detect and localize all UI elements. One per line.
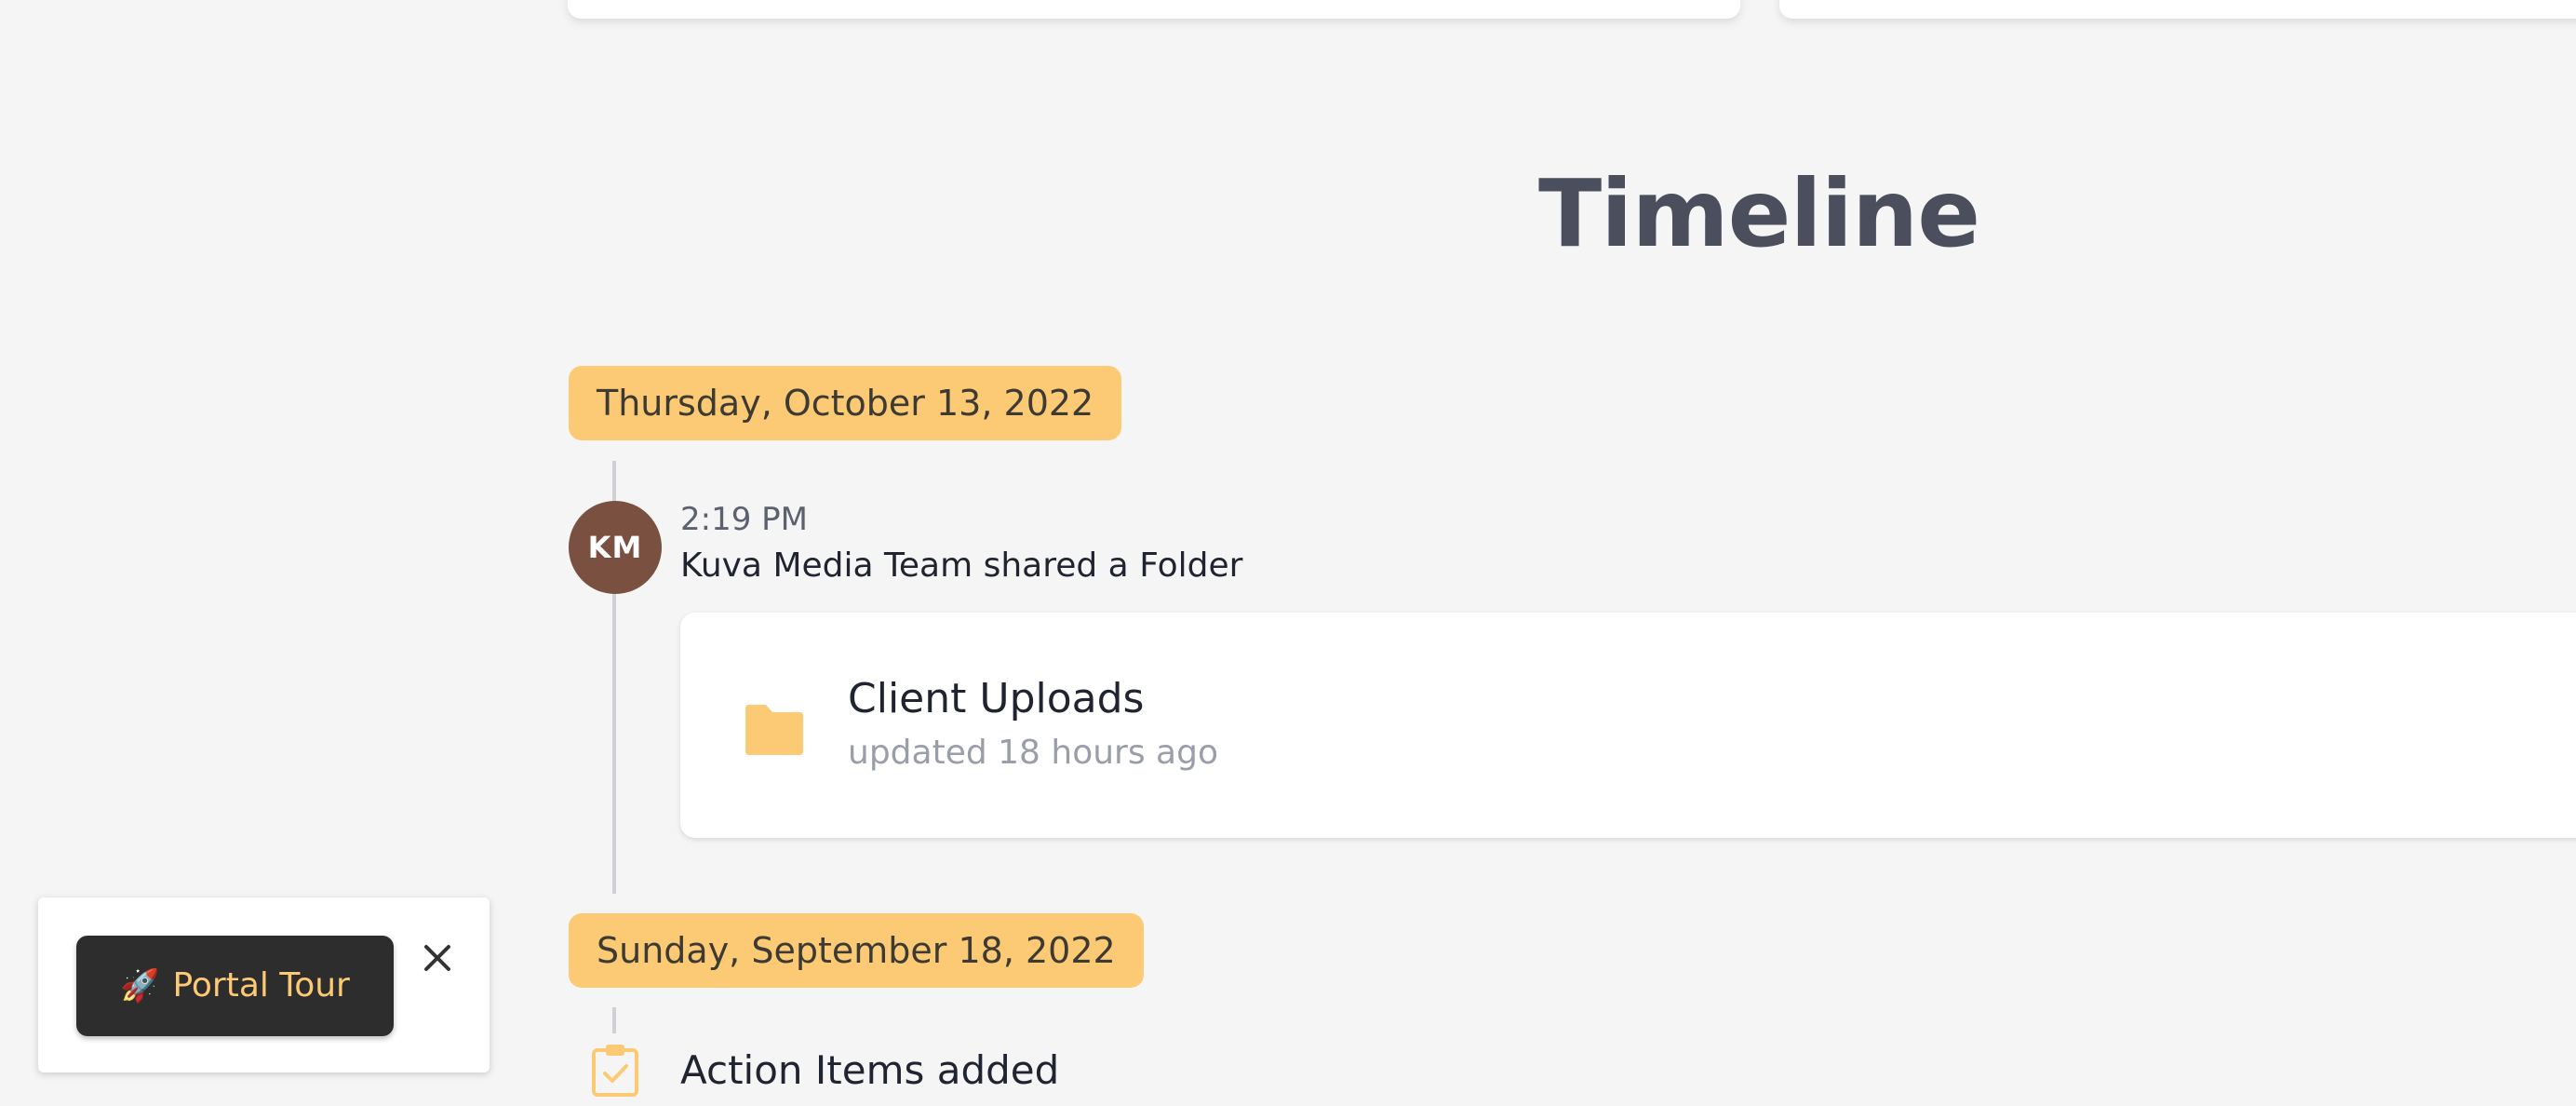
page-title: Timeline: [1537, 159, 1980, 268]
portal-tour-label: Portal Tour: [172, 966, 350, 1005]
date-badge: Sunday, September 18, 2022: [569, 913, 1144, 988]
portal-tour-widget: 🚀 Portal Tour: [38, 897, 490, 1072]
event-description: Kuva Media Team shared a Folder: [680, 546, 1243, 585]
event-description: Action Items added: [680, 1047, 1060, 1093]
event-time: 2:19 PM: [680, 501, 808, 538]
top-card: [568, 0, 1740, 19]
folder-card[interactable]: Client Uploads updated 18 hours ago: [680, 613, 2576, 838]
folder-icon: [742, 703, 807, 757]
rocket-icon: 🚀: [120, 967, 160, 1005]
timeline-line: [612, 1007, 616, 1033]
close-icon[interactable]: [414, 935, 461, 981]
date-badge: Thursday, October 13, 2022: [569, 366, 1122, 440]
clipboard-check-icon: [590, 1043, 640, 1099]
folder-name[interactable]: Client Uploads: [848, 673, 1144, 725]
portal-tour-button[interactable]: 🚀 Portal Tour: [76, 936, 394, 1036]
top-card: [1779, 0, 2576, 19]
avatar: KM: [569, 501, 662, 594]
page: Timeline Thursday, October 13, 2022 KM 2…: [0, 0, 2576, 1106]
folder-updated-time: updated 18 hours ago: [848, 734, 1218, 772]
